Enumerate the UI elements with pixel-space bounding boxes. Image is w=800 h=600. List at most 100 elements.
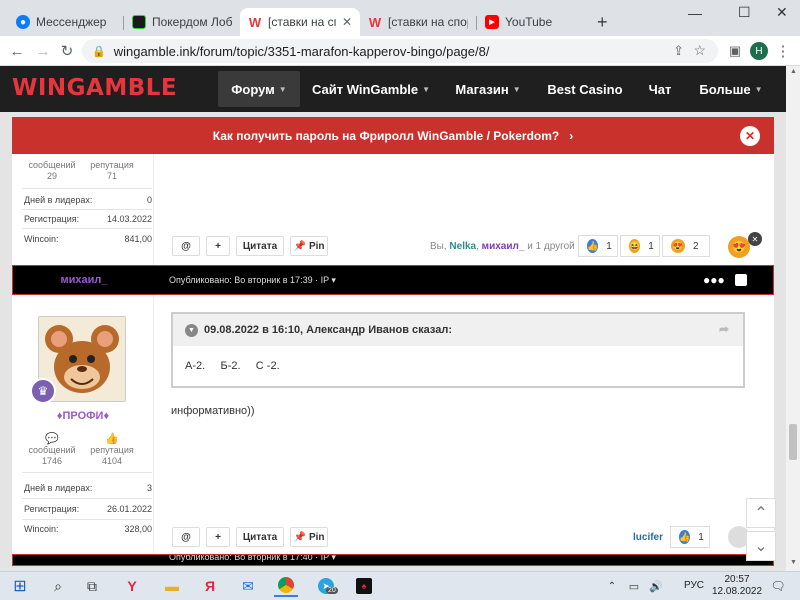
windows-taskbar: ⊞ ⌕ ⧉ Y ▬ Я ✉ ➤ 20 ♠ ⌃ ▭ 🔊 РУС 20:57 12.0… (0, 571, 800, 600)
announcement-banner[interactable]: Как получить пароль на Фриролл WinGamble… (12, 117, 774, 154)
chevron-right-icon: › (569, 128, 574, 143)
user-link-lucifer[interactable]: lucifer (633, 532, 663, 543)
new-tab-button[interactable]: + (597, 12, 608, 33)
pokerdom-icon (132, 15, 146, 29)
nav-shop[interactable]: Магазин ▼ (448, 66, 528, 112)
mention-button[interactable]: @ (172, 236, 200, 256)
tab-label: [ставки на спорт] (388, 15, 468, 29)
mention-button[interactable]: @ (172, 527, 200, 547)
pin-icon: 📌 (293, 240, 306, 252)
messenger-icon: ● (16, 15, 30, 29)
post1-registration: Регистрация: 14.03.2022 (24, 214, 152, 224)
youtube-icon: ▶ (485, 15, 499, 29)
quote-header: ▼ 09.08.2022 в 16:10, Александр Иванов с… (173, 314, 743, 346)
clock[interactable]: 20:57 12.08.2022 (712, 574, 762, 598)
pin-button[interactable]: 📌 Pin (290, 527, 328, 547)
chrome-icon[interactable] (274, 575, 298, 597)
profile-avatar[interactable]: H (748, 40, 770, 62)
close-tab-icon[interactable]: ✕ (342, 15, 352, 29)
wingamble-icon: W (368, 14, 382, 30)
tab-stavki[interactable]: W [ставки на спорт] (360, 8, 476, 36)
reacted-users: Вы, Nelka, михаил_ и 1 другой (430, 241, 575, 252)
address-bar[interactable]: 🔒 wingamble.ink/forum/topic/3351-marafon… (82, 39, 718, 63)
tab-youtube[interactable]: ▶ YouTube (477, 8, 593, 36)
user-link-nelka[interactable]: Nelka (449, 241, 476, 252)
share-icon[interactable]: ⇪ (673, 43, 684, 59)
user-link-mikhail[interactable]: михаил_ (482, 241, 525, 252)
site-logo[interactable]: WINGAMBLE (12, 75, 177, 101)
tab-stavki-active[interactable]: W [ставки на спорт] ✕ (240, 8, 360, 36)
rank-badge-icon: ♛ (30, 378, 56, 404)
add-reaction-icon[interactable]: 😍 (728, 236, 750, 258)
task-view-icon[interactable]: ⧉ (80, 575, 104, 597)
minimize-button[interactable]: — (688, 5, 702, 21)
browser-toolbar: ← → ↻ 🔒 wingamble.ink/forum/topic/3351-m… (0, 36, 800, 66)
notifications-icon[interactable]: 🗨 (766, 575, 790, 597)
windows-start-icon[interactable]: ⊞ (8, 575, 32, 597)
post2-author-panel: ♛ ♦ПРОФИ♦ 💬 сообщений 1746 👍 репутация 4… (12, 295, 154, 566)
post2-author-name[interactable]: михаил_ (13, 274, 155, 286)
select-post-checkbox[interactable] (735, 274, 747, 286)
post2-days-leader: Дней в лидерах: 3 (24, 483, 152, 493)
yandex-icon[interactable]: Я (198, 575, 222, 597)
reaction-like[interactable]: 👍 1 (578, 235, 618, 257)
forward-button[interactable]: → (32, 40, 54, 62)
scroll-to-bottom-button[interactable]: ⌄ (746, 531, 776, 561)
post1-author-panel: сообщений 29 репутация 71 Дней в лидерах… (12, 154, 154, 265)
bookmark-star-icon[interactable]: ☆ (693, 42, 706, 59)
quote-button[interactable]: Цитата (236, 527, 284, 547)
nav-forum[interactable]: Форум ▼ (218, 71, 300, 107)
banner-text: Как получить пароль на Фриролл WinGamble… (212, 128, 560, 143)
close-banner-icon[interactable]: ✕ (740, 126, 760, 146)
pokerdom-app-icon[interactable]: ♠ (352, 575, 376, 597)
scroll-up-arrow-icon[interactable]: ▲ (790, 68, 797, 75)
back-button[interactable]: ← (6, 40, 28, 62)
telegram-icon[interactable]: ➤ 20 (314, 575, 338, 597)
reaction-laugh[interactable]: 😆 1 (620, 235, 660, 257)
reload-button[interactable]: ↻ (56, 40, 78, 62)
tab-messenger[interactable]: ● Мессенджер (8, 8, 124, 36)
scroll-to-top-button[interactable]: ⌃ (746, 498, 776, 528)
post3-header-bar: Опубликовано: Во вторник в 17:40 · IP ▾ (12, 554, 774, 566)
close-window-button[interactable]: ✕ (776, 4, 788, 21)
multiquote-plus-button[interactable]: + (206, 236, 230, 256)
reaction-like[interactable]: 👍 1 (670, 526, 710, 548)
scrollbar-thumb[interactable] (789, 424, 797, 460)
quote-body: А-2. Б-2. С -2. (185, 360, 280, 372)
share-arrow-icon[interactable]: ➦ (719, 322, 729, 336)
pin-button[interactable]: 📌 Pin (290, 236, 328, 256)
pin-icon: 📌 (293, 531, 306, 543)
post2-text: информативно)) (171, 405, 255, 417)
nav-more[interactable]: Больше ▼ (694, 66, 768, 112)
yandex-browser-icon[interactable]: Y (120, 575, 144, 597)
nav-chat[interactable]: Чат (640, 66, 680, 112)
language-indicator[interactable]: РУС (684, 580, 704, 591)
post2-rank: ♦ПРОФИ♦ (56, 410, 110, 422)
post3-published: Опубликовано: Во вторник в 17:40 · IP ▾ (169, 554, 336, 562)
file-explorer-icon[interactable]: ▬ (160, 575, 184, 597)
maximize-button[interactable]: ☐ (738, 4, 751, 21)
volume-icon[interactable]: 🔊 (644, 575, 668, 597)
scroll-down-arrow-icon[interactable]: ▼ (790, 559, 797, 566)
network-icon[interactable]: ▭ (622, 575, 646, 597)
site-header: WINGAMBLE Форум ▼ Сайт WinGamble ▼ Магазин… (0, 66, 800, 112)
nav-site-wingamble[interactable]: Сайт WinGamble ▼ (306, 66, 436, 112)
tab-pokerdom[interactable]: Покердом Лобби (124, 8, 240, 36)
sidebar-icon[interactable]: ▣ (724, 40, 746, 62)
post2-published[interactable]: Опубликовано: Во вторник в 17:39 · IP ▾ (169, 275, 336, 286)
post2-wincoin: Wincoin: 328,00 (24, 524, 152, 534)
menu-kebab-icon[interactable]: ⋮ (772, 40, 794, 62)
reaction-love-eyes[interactable]: 😍 2 (662, 235, 710, 257)
search-icon[interactable]: ⌕ (46, 575, 70, 597)
chevron-down-icon[interactable]: ▼ (185, 323, 198, 337)
multiquote-plus-button[interactable]: + (206, 527, 230, 547)
nav-best-casino[interactable]: Best Casino (540, 66, 630, 112)
post2-posts-stat: 💬 сообщений 1746 (26, 434, 78, 467)
more-options-icon[interactable]: ●●● (703, 273, 725, 287)
mail-icon[interactable]: ✉ (236, 575, 260, 597)
page-scrollbar[interactable]: ▲ ▼ (786, 66, 800, 571)
lock-icon: 🔒 (92, 45, 106, 58)
tray-chevron-icon[interactable]: ⌃ (600, 575, 624, 597)
quote-button[interactable]: Цитата (236, 236, 284, 256)
close-icon[interactable]: ✕ (748, 232, 762, 246)
